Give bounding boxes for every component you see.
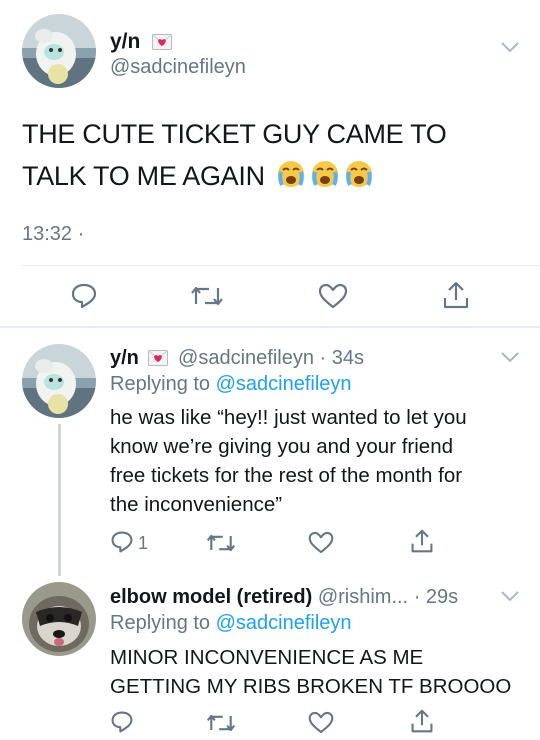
handle[interactable]: @sadcinefileyn xyxy=(110,55,246,79)
reply-count: 1 xyxy=(138,533,149,553)
handle[interactable]: @rishim... xyxy=(318,586,408,608)
reply-icon[interactable] xyxy=(70,282,98,310)
heart-letter-icon xyxy=(148,348,169,372)
avatar[interactable] xyxy=(22,344,96,418)
avatar[interactable] xyxy=(22,582,96,656)
section-divider xyxy=(0,326,540,328)
replying-to-link[interactable]: @sadcinefileyn xyxy=(216,373,352,395)
thread-line xyxy=(58,424,61,576)
reply-icon[interactable] xyxy=(110,710,134,734)
tweet-timestamp[interactable]: · 29s xyxy=(414,586,458,608)
crying-face-icon xyxy=(276,159,306,189)
chevron-down-icon[interactable] xyxy=(500,40,520,59)
replying-to-link[interactable]: @sadcinefileyn xyxy=(216,612,352,634)
tweet-timestamp[interactable]: · 34s xyxy=(320,347,364,369)
retweet-icon[interactable] xyxy=(190,284,224,308)
chevron-down-icon[interactable] xyxy=(500,589,520,608)
display-name[interactable]: elbow model (retired) xyxy=(110,586,312,608)
like-icon[interactable] xyxy=(318,283,348,309)
chevron-down-icon[interactable] xyxy=(500,350,520,369)
replying-to: Replying to @sadcinefileyn xyxy=(110,373,352,395)
share-icon[interactable] xyxy=(410,528,434,554)
tweet-text: THE CUTE TICKET GUY CAME TO TALK TO ME A… xyxy=(22,119,447,191)
share-icon[interactable] xyxy=(410,708,434,734)
like-icon[interactable] xyxy=(308,531,334,554)
heart-letter-icon xyxy=(152,32,173,56)
replying-to: Replying to @sadcinefileyn xyxy=(110,612,352,634)
display-name[interactable]: y/n xyxy=(110,347,139,369)
tweet-text: he was like “hey!! just wanted to let yo… xyxy=(110,406,467,516)
reply-icon[interactable] xyxy=(110,530,134,554)
retweet-icon[interactable] xyxy=(206,712,236,734)
divider xyxy=(22,265,540,266)
crying-face-icon xyxy=(344,159,374,189)
like-icon[interactable] xyxy=(308,711,334,734)
display-name[interactable]: y/n xyxy=(110,30,140,53)
tweet-timestamp[interactable]: 13:32 · xyxy=(22,222,84,246)
avatar[interactable] xyxy=(22,14,96,88)
retweet-icon[interactable] xyxy=(206,532,236,554)
crying-face-icon xyxy=(310,159,340,189)
share-icon[interactable] xyxy=(442,280,470,310)
tweet-text: MINOR INCONVENIENCE AS ME GETTING MY RIB… xyxy=(110,646,512,698)
handle[interactable]: @sadcinefileyn xyxy=(178,347,314,369)
